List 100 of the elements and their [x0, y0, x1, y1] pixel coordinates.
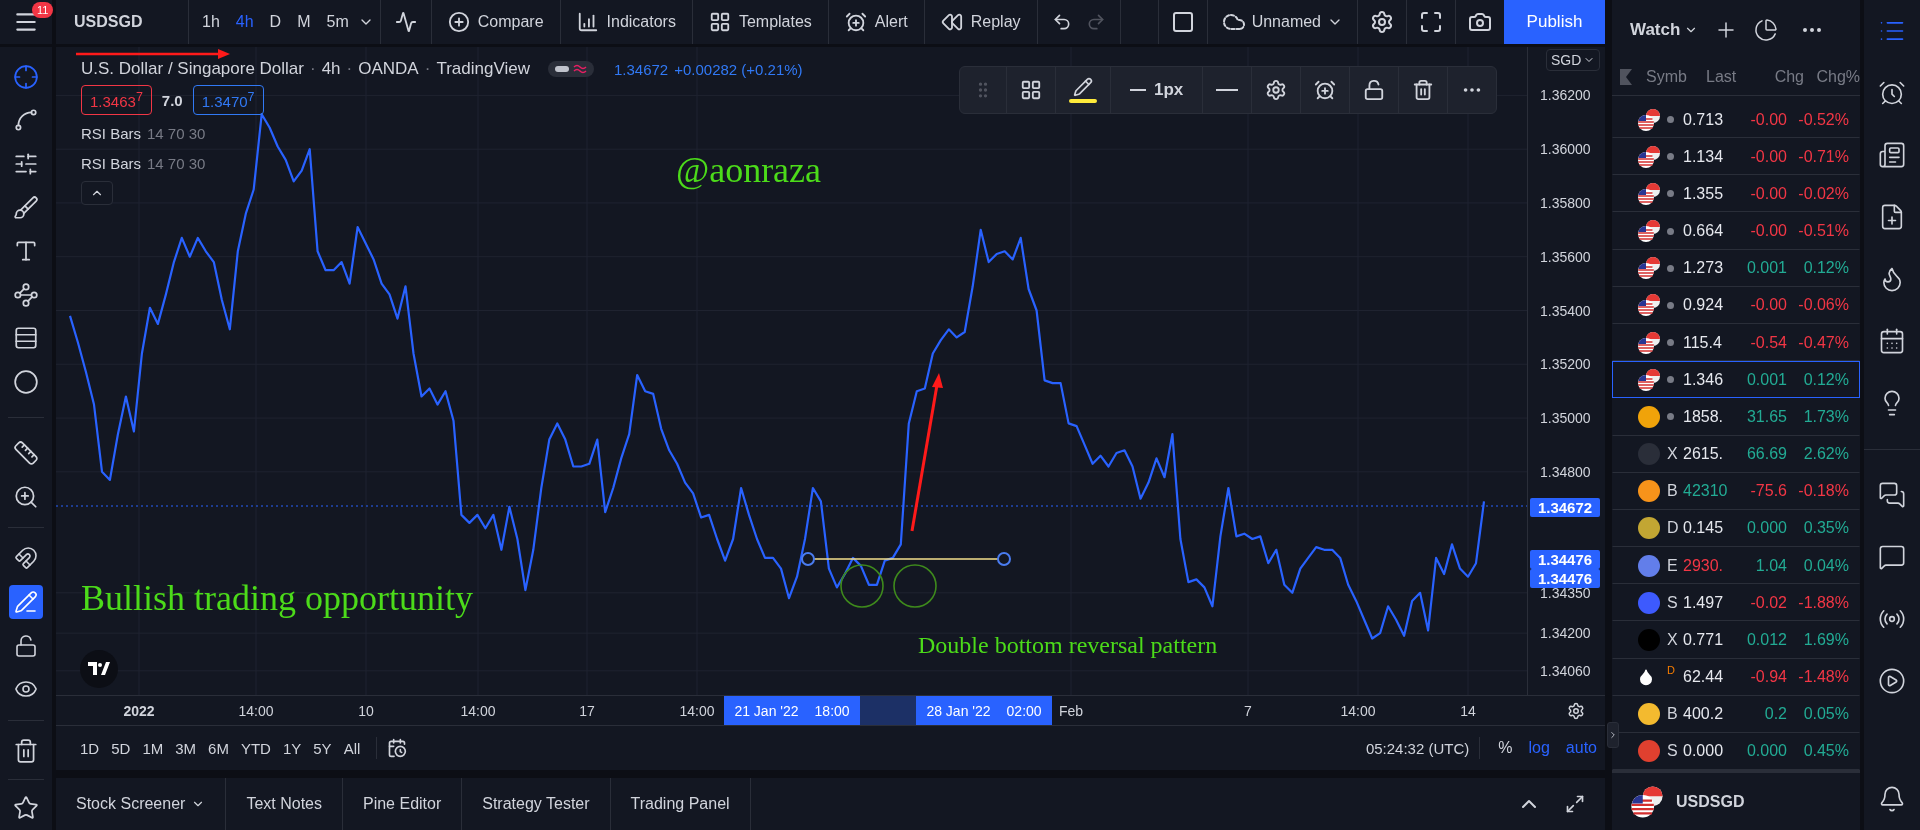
ruler-icon[interactable]	[13, 440, 39, 467]
panel-tab[interactable]: Pine Editor	[343, 778, 463, 830]
interval-button[interactable]: M	[290, 3, 318, 41]
watchlist-row[interactable]: 115.4 -0.54 -0.47%	[1612, 324, 1860, 362]
settings-icon[interactable]	[1567, 702, 1585, 720]
panel-tab[interactable]: Trading Panel	[610, 778, 751, 830]
fullscreen-icon[interactable]	[1565, 794, 1585, 814]
square-icon[interactable]	[1170, 10, 1195, 34]
watchlist-row[interactable]: X 2615. 66.69 2.62%	[1612, 435, 1860, 473]
range-button[interactable]: 1M	[136, 733, 170, 763]
interval-button[interactable]: 1h	[195, 3, 227, 41]
alarm-clock-icon[interactable]	[1878, 79, 1906, 107]
indicators-button[interactable]: Indicators	[566, 3, 686, 41]
circle-marker[interactable]	[840, 564, 884, 608]
scale-button[interactable]: auto	[1557, 733, 1605, 763]
unlock-icon[interactable]	[1363, 79, 1386, 101]
range-button[interactable]: All	[337, 733, 367, 763]
undo-icon[interactable]	[1051, 12, 1072, 32]
panel-tab[interactable]: Stock Screener	[56, 778, 227, 830]
chat-icon[interactable]	[1878, 543, 1906, 571]
alert-button[interactable]: Alert	[834, 3, 918, 41]
pie-chart-icon[interactable]	[1754, 18, 1779, 42]
layout-button[interactable]: Unnamed	[1213, 3, 1351, 41]
chart-annotation[interactable]: Bullish trading opportunity	[81, 579, 473, 619]
up-arrow[interactable]	[910, 373, 943, 532]
watchlist-title[interactable]: Watch	[1630, 20, 1699, 40]
templates-button[interactable]: Templates	[698, 3, 822, 41]
range-button[interactable]: 3M	[169, 733, 203, 763]
column-header[interactable]: Chg%	[1804, 68, 1860, 87]
right-arrow[interactable]	[76, 49, 230, 59]
buy-price[interactable]: 1.3470$^{7}$	[192, 85, 264, 115]
camera-icon[interactable]	[1468, 10, 1492, 34]
panel-tab[interactable]: Text Notes	[226, 778, 343, 830]
watchlist-row[interactable]: E 2930. 1.04 0.04%	[1612, 547, 1860, 585]
toggle-pill[interactable]	[547, 61, 594, 77]
range-button[interactable]: YTD	[234, 733, 277, 763]
currency-button[interactable]: SGD	[1546, 49, 1601, 71]
zoom-in-icon[interactable]	[13, 484, 39, 511]
column-header[interactable]: Symb	[1646, 68, 1706, 87]
trash-icon[interactable]	[1412, 79, 1435, 101]
chart-annotation[interactable]: @aonraza	[676, 151, 822, 191]
trend-line-icon[interactable]	[13, 107, 39, 134]
newspaper-icon[interactable]	[1878, 141, 1906, 169]
line-width-button[interactable]: 1px	[1124, 79, 1190, 101]
trash-icon[interactable]	[13, 737, 39, 764]
panel-tab[interactable]: Strategy Tester	[462, 778, 611, 830]
circle-marker[interactable]	[893, 564, 937, 608]
watchlist-row[interactable]: S 1.497 -0.02 -1.88%	[1612, 584, 1860, 622]
interval-button[interactable]: D	[262, 3, 289, 41]
chats-icon[interactable]	[1878, 481, 1906, 509]
watchlist-row[interactable]: B 42310 -75.6 -0.18%	[1612, 472, 1860, 510]
play-circle-icon[interactable]	[1878, 667, 1906, 695]
watchlist-row[interactable]: 1.355 -0.00 -0.02%	[1612, 175, 1860, 213]
line-color-button[interactable]	[1069, 77, 1097, 103]
watchlist-row[interactable]: 1.134 -0.00 -0.71%	[1612, 138, 1860, 176]
calendar-clock-icon[interactable]	[387, 738, 408, 758]
scale-button[interactable]: %	[1490, 733, 1521, 763]
replay-button[interactable]: Replay	[930, 3, 1031, 41]
calendar-icon[interactable]	[1878, 327, 1906, 355]
chart-annotation[interactable]: Double bottom reversal pattern	[918, 632, 1218, 659]
watchlist-row[interactable]: 0.664 -0.00 -0.51%	[1612, 212, 1860, 250]
settings-icon[interactable]	[1265, 79, 1288, 101]
watchlist-row[interactable]: D 62.44 -0.94 -1.48%	[1612, 658, 1860, 696]
collapse-handle[interactable]	[1607, 722, 1619, 748]
star-icon[interactable]	[13, 795, 39, 822]
symbol-button[interactable]: USDSGD	[62, 3, 182, 41]
column-header[interactable]: Chg	[1754, 68, 1804, 87]
bell-icon[interactable]	[1878, 785, 1906, 813]
alarm-plus-icon[interactable]	[1314, 79, 1337, 101]
watchlist-row[interactable]: S 0.000 0.000 0.45%	[1612, 732, 1860, 771]
range-button[interactable]: 5Y	[307, 733, 338, 763]
publish-button[interactable]: Publish	[1504, 0, 1605, 44]
circle-icon[interactable]	[13, 369, 39, 396]
compare-button[interactable]: Compare	[437, 3, 554, 41]
brush-icon[interactable]	[13, 194, 39, 221]
range-button[interactable]: 6M	[202, 733, 235, 763]
scale-button[interactable]: log	[1520, 733, 1558, 763]
watchlist-row[interactable]: 0.924 -0.00 -0.06%	[1612, 286, 1860, 324]
watchlist-row[interactable]: D 0.145 0.000 0.35%	[1612, 509, 1860, 547]
sell-price[interactable]: 1.3463$^{7}$	[81, 85, 152, 115]
interval-button[interactable]: 5m	[319, 3, 356, 41]
pencil-lock-toggle[interactable]	[9, 585, 43, 620]
settings-icon[interactable]	[1370, 10, 1394, 34]
crosshair-icon[interactable]	[13, 63, 39, 90]
watchlist-row[interactable]: 1858. 31.65 1.73%	[1612, 398, 1860, 436]
watchlist-row[interactable]: 1.273 0.001 0.12%	[1612, 249, 1860, 287]
interval-button[interactable]: 4h	[228, 3, 261, 41]
fullscreen-icon[interactable]	[1419, 10, 1443, 34]
column-header[interactable]: Last	[1706, 68, 1754, 87]
range-button[interactable]: 1Y	[276, 733, 308, 763]
time-label: 7	[1244, 703, 1252, 719]
range-button[interactable]: 1D	[74, 733, 106, 763]
watchlist-row[interactable]: 1.346 0.001 0.12%	[1612, 361, 1860, 399]
horizontal-line-drawing[interactable]	[801, 552, 1011, 566]
range-button[interactable]: 5D	[105, 733, 137, 763]
watchlist-row[interactable]: 0.713 -0.00 -0.52%	[1612, 100, 1860, 139]
template-icon[interactable]	[1020, 79, 1042, 101]
line-style-icon[interactable]	[1216, 89, 1239, 91]
watchlist-row[interactable]: X 0.771 0.012 1.69%	[1612, 621, 1860, 659]
watchlist-row[interactable]: B 400.2 0.2 0.05%	[1612, 695, 1860, 733]
